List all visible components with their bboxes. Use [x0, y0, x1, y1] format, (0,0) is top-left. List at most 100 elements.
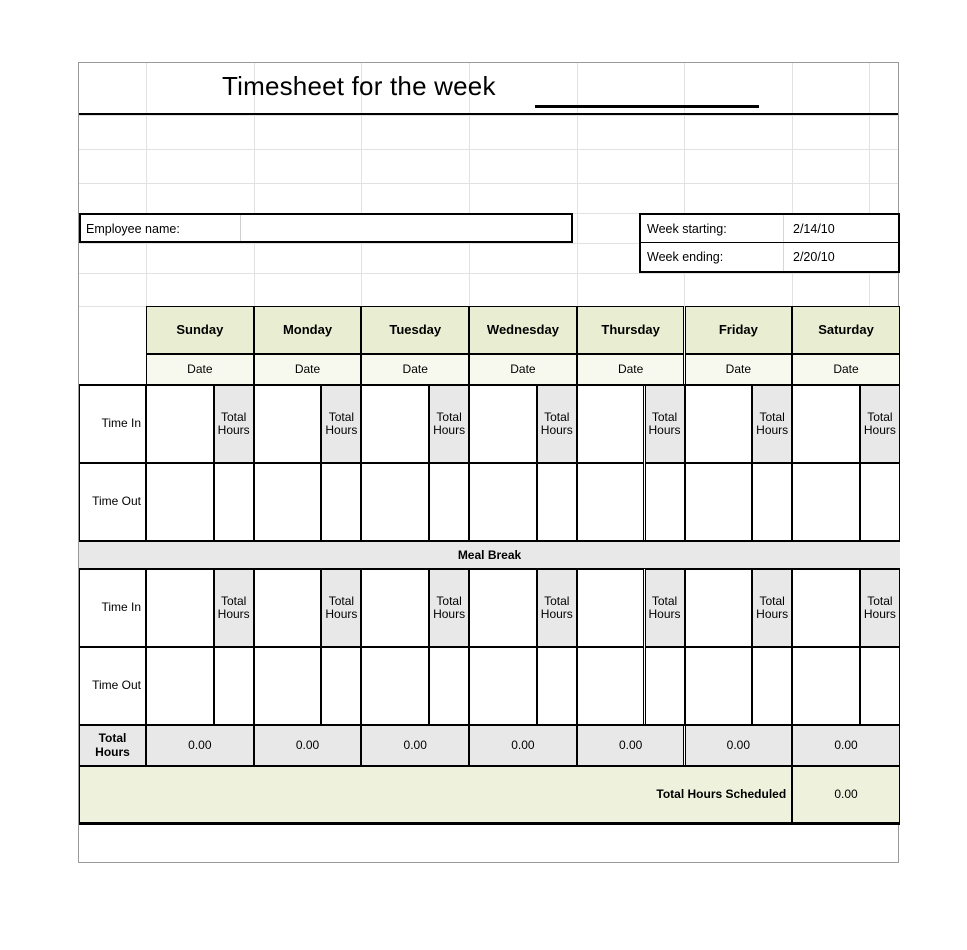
total-hours-cell-saturday-2: Total Hours — [859, 569, 900, 647]
time-out-entry-sunday-1[interactable] — [146, 463, 214, 541]
time-out-entry-sunday-2[interactable] — [146, 647, 214, 725]
date-cell-wednesday[interactable]: Date — [469, 354, 577, 385]
rule-below-block-1 — [79, 540, 900, 542]
week-ending-divider — [783, 243, 784, 271]
background-gridline-horizontal — [79, 273, 898, 274]
total-hours-sub-line: Total — [651, 593, 678, 608]
total-hours-day-thursday: 0.00 — [576, 725, 685, 766]
employee-divider — [240, 215, 241, 241]
total-hours-value-thursday-2 — [644, 647, 685, 725]
time-out-entry-thursday-1[interactable] — [576, 463, 645, 541]
time-in-entry-monday-1[interactable] — [253, 385, 322, 463]
total-hours-cell-wednesday-1: Total Hours — [536, 385, 577, 463]
day-header-wednesday: Wednesday — [469, 306, 577, 354]
total-hours-cell-sunday-2: Total Hours — [213, 569, 254, 647]
total-hours-cell-monday-1: Total Hours — [321, 385, 362, 463]
time-out-entry-saturday-2[interactable] — [792, 647, 860, 725]
time-in-entry-thursday-1[interactable] — [576, 385, 645, 463]
title-band: Timesheet for the week — [79, 63, 898, 115]
total-hours-sub-line: Hours — [325, 423, 358, 437]
time-in-entry-friday-2[interactable] — [684, 569, 753, 647]
total-hours-day-tuesday: 0.00 — [361, 725, 470, 766]
total-hours-sub-line: Hours — [756, 423, 789, 437]
rule-above-block-1 — [79, 384, 900, 386]
time-in-entry-saturday-1[interactable] — [792, 385, 860, 463]
page-title: Timesheet for the week — [222, 71, 496, 101]
time-in-label-1: Time In — [79, 385, 146, 463]
total-hours-sub-line: Total — [651, 409, 678, 424]
time-out-entry-wednesday-2[interactable] — [469, 647, 537, 725]
day-header-saturday: Saturday — [792, 306, 900, 354]
total-hours-day-sunday: 0.00 — [146, 725, 254, 766]
total-scheduled-label: Total Hours Scheduled — [79, 766, 793, 823]
meal-break-row: Meal Break — [79, 541, 900, 569]
total-hours-value-wednesday-1 — [536, 463, 577, 541]
total-scheduled-value: 0.00 — [792, 766, 900, 823]
total-hours-sub-line: Hours — [217, 423, 250, 437]
timesheet-page: Timesheet for the week Employee name: We… — [78, 62, 900, 863]
time-in-entry-sunday-1[interactable] — [146, 385, 214, 463]
week-range-box: Week starting: 2/14/10 Week ending: 2/20… — [639, 213, 900, 273]
time-out-entry-monday-2[interactable] — [253, 647, 322, 725]
week-starting-value[interactable]: 2/14/10 — [793, 222, 835, 236]
background-gridline-horizontal — [79, 115, 898, 116]
total-hours-row-label: Total Hours — [79, 725, 146, 766]
total-hours-value-monday-1 — [321, 463, 362, 541]
total-hours-value-tuesday-1 — [429, 463, 470, 541]
total-hours-value-sunday-2 — [213, 647, 254, 725]
time-out-entry-tuesday-1[interactable] — [361, 463, 430, 541]
day-header-monday: Monday — [253, 306, 362, 354]
total-hours-sub-line: Total — [867, 593, 893, 608]
time-in-entry-wednesday-2[interactable] — [469, 569, 537, 647]
date-cell-sunday[interactable]: Date — [146, 354, 254, 385]
time-in-entry-monday-2[interactable] — [253, 569, 322, 647]
total-hours-cell-sunday-1: Total Hours — [213, 385, 254, 463]
time-in-entry-sunday-2[interactable] — [146, 569, 214, 647]
time-out-entry-wednesday-1[interactable] — [469, 463, 537, 541]
background-gridline-horizontal — [79, 183, 898, 184]
time-in-entry-friday-1[interactable] — [684, 385, 753, 463]
date-cell-thursday[interactable]: Date — [576, 354, 685, 385]
total-hours-sub-line: Hours — [863, 607, 896, 621]
time-out-entry-friday-1[interactable] — [684, 463, 753, 541]
total-hours-value-saturday-2 — [859, 647, 900, 725]
date-cell-tuesday[interactable]: Date — [361, 354, 470, 385]
date-cell-saturday[interactable]: Date — [792, 354, 900, 385]
time-out-entry-saturday-1[interactable] — [792, 463, 860, 541]
time-out-entry-tuesday-2[interactable] — [361, 647, 430, 725]
title-blank-line[interactable] — [535, 105, 759, 108]
time-out-entry-thursday-2[interactable] — [576, 647, 645, 725]
total-hours-sub-line: Hours — [863, 423, 896, 437]
total-hours-cell-friday-1: Total Hours — [752, 385, 793, 463]
background-gridline-horizontal — [79, 149, 898, 150]
time-out-entry-friday-2[interactable] — [684, 647, 753, 725]
date-cell-friday[interactable]: Date — [684, 354, 793, 385]
time-out-entry-monday-1[interactable] — [253, 463, 322, 541]
day-header-friday: Friday — [684, 306, 793, 354]
total-hours-value-wednesday-2 — [536, 647, 577, 725]
total-hours-cell-friday-2: Total Hours — [752, 569, 793, 647]
week-starting-row: Week starting: 2/14/10 — [641, 215, 898, 243]
total-hours-value-friday-1 — [752, 463, 793, 541]
total-hours-value-sunday-1 — [213, 463, 254, 541]
time-in-label-2: Time In — [79, 569, 146, 647]
total-hours-sub-line: Hours — [540, 607, 573, 621]
total-hours-day-monday: 0.00 — [253, 725, 362, 766]
week-ending-value[interactable]: 2/20/10 — [793, 250, 835, 264]
day-header-thursday: Thursday — [576, 306, 685, 354]
total-hours-sub-line: Total — [328, 593, 355, 608]
time-out-label-2: Time Out — [79, 647, 146, 725]
total-hours-value-thursday-1 — [644, 463, 685, 541]
total-hours-sub-line: Total — [544, 593, 570, 608]
week-ending-label: Week ending: — [647, 250, 724, 264]
total-hours-cell-tuesday-2: Total Hours — [429, 569, 470, 647]
day-header-sunday: Sunday — [146, 306, 254, 354]
time-in-entry-tuesday-1[interactable] — [361, 385, 430, 463]
time-in-entry-tuesday-2[interactable] — [361, 569, 430, 647]
time-in-entry-wednesday-1[interactable] — [469, 385, 537, 463]
date-cell-monday[interactable]: Date — [253, 354, 362, 385]
total-hours-sub-line: Hours — [217, 607, 250, 621]
time-in-entry-thursday-2[interactable] — [576, 569, 645, 647]
total-hours-sub-line: Hours — [540, 423, 573, 437]
time-in-entry-saturday-2[interactable] — [792, 569, 860, 647]
